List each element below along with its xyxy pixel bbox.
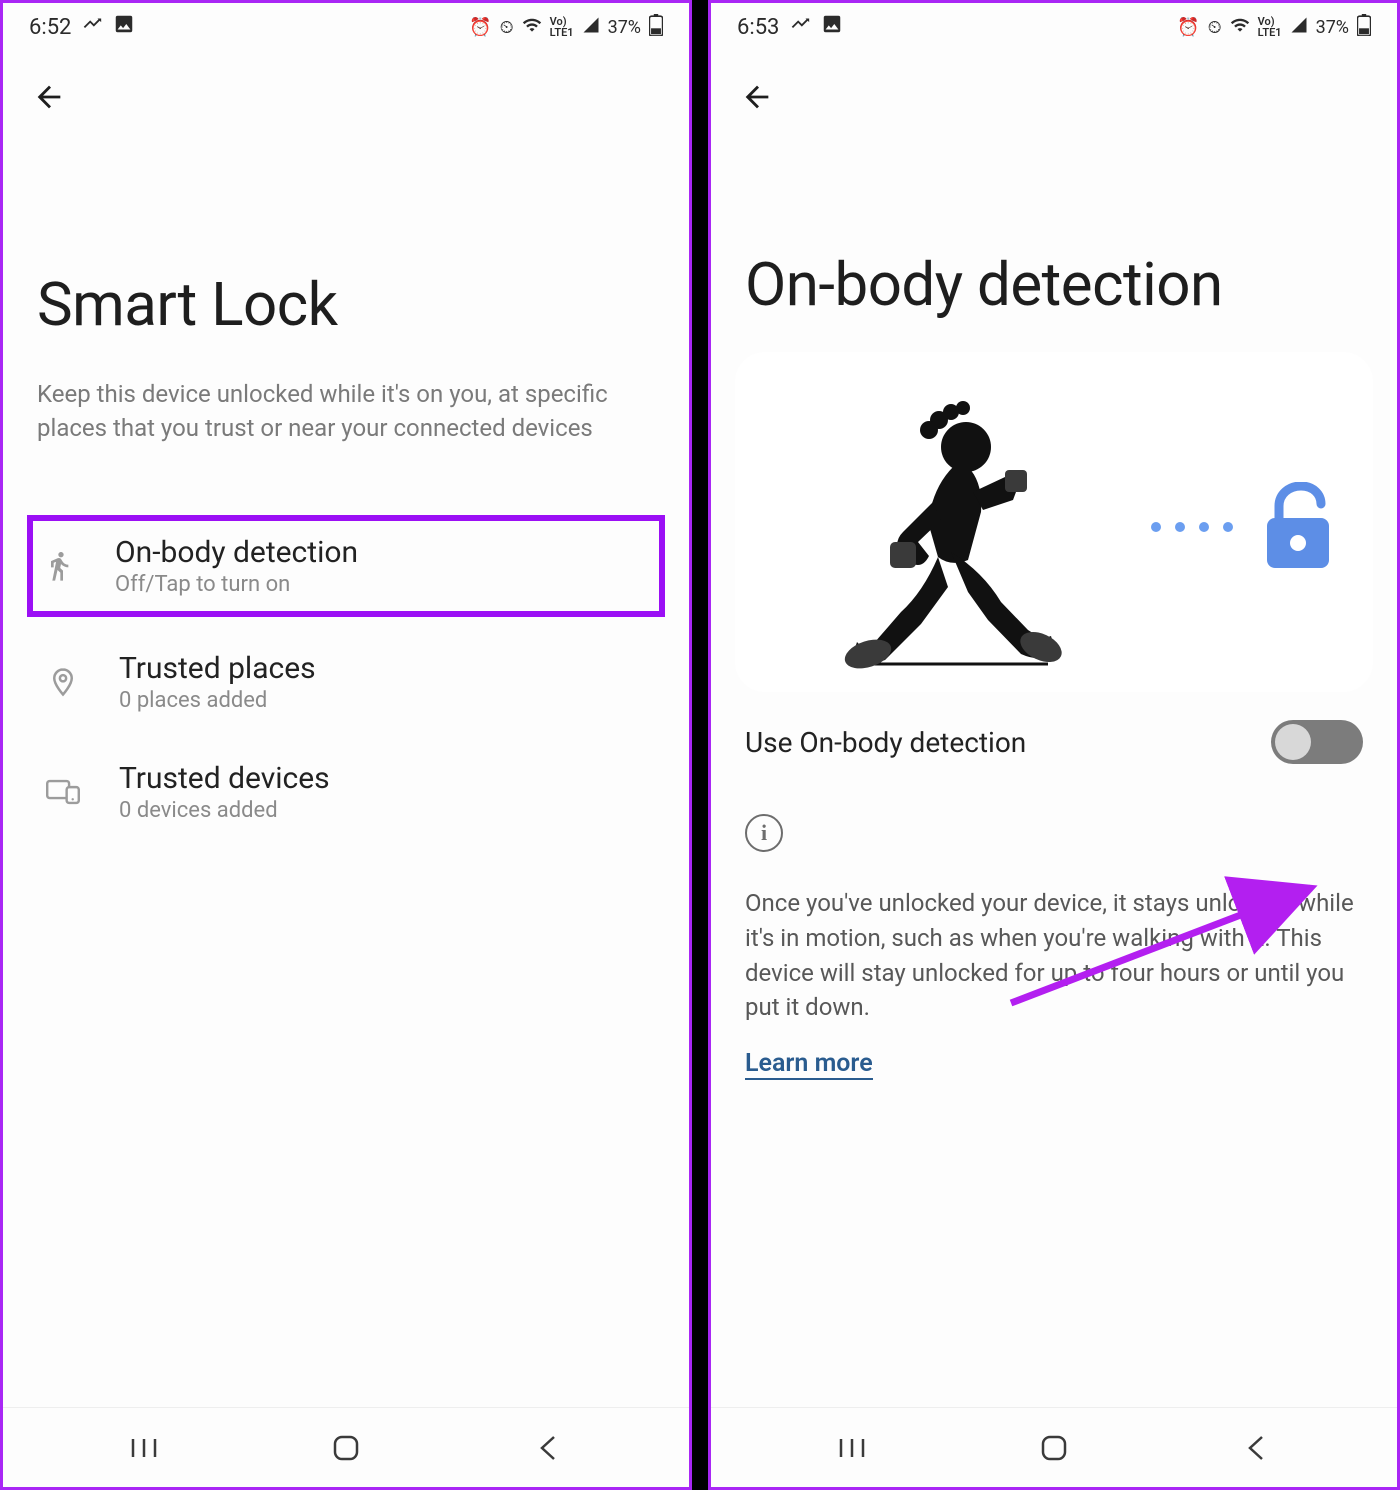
info-icon: i [745, 814, 783, 852]
volte-icon: Vo)LTE1 [1258, 16, 1282, 38]
nav-bar [3, 1407, 689, 1487]
nav-home[interactable] [316, 1428, 376, 1468]
dots-icon [1131, 522, 1253, 532]
status-time: 6:52 [29, 15, 71, 40]
clock-icon: ⏲ [1208, 17, 1222, 38]
missed-call-icon [81, 13, 103, 41]
image-icon [821, 13, 843, 41]
walk-icon [41, 548, 77, 584]
nav-back[interactable] [518, 1428, 578, 1468]
volte-icon: Vo)LTE1 [550, 16, 574, 38]
toggle-label: Use On-body detection [745, 726, 1026, 759]
nav-back[interactable] [1226, 1428, 1286, 1468]
item-title: Trusted places [119, 651, 647, 686]
status-time: 6:53 [737, 15, 779, 40]
item-on-body-detection[interactable]: On-body detection Off/Tap to turn on [27, 515, 665, 617]
battery-percent: 37% [1316, 17, 1349, 38]
item-trusted-places[interactable]: Trusted places 0 places added [27, 627, 665, 737]
nav-recents[interactable] [114, 1428, 174, 1468]
wifi-icon [522, 15, 542, 40]
unlock-icon [1253, 482, 1343, 572]
screen-on-body-detection: 6:53 ⏰ ⏲ Vo)LTE1 37% [708, 0, 1400, 1490]
image-icon [113, 13, 135, 41]
info-text: Once you've unlocked your device, it sta… [745, 886, 1363, 1025]
wifi-icon [1230, 15, 1250, 40]
alarm-icon: ⏰ [1177, 17, 1199, 38]
status-bar: 6:52 ⏰ ⏲ Vo)LTE1 37% [3, 3, 689, 47]
nav-home[interactable] [1024, 1428, 1084, 1468]
toggle-knob [1275, 724, 1311, 760]
learn-more-link[interactable]: Learn more [745, 1049, 873, 1080]
on-body-toggle[interactable] [1271, 720, 1363, 764]
clock-icon: ⏲ [500, 17, 514, 38]
battery-percent: 37% [608, 17, 641, 38]
back-button[interactable] [737, 77, 777, 117]
location-icon [45, 664, 81, 700]
page-title: Smart Lock [37, 267, 655, 342]
nav-bar [711, 1407, 1397, 1487]
page-title: On-body detection [745, 247, 1363, 322]
alarm-icon: ⏰ [469, 17, 491, 38]
runner-illustration [765, 382, 1131, 672]
page-description: Keep this device unlocked while it's on … [37, 378, 655, 445]
item-title: On-body detection [115, 535, 651, 570]
illustration-card [735, 352, 1373, 692]
back-button[interactable] [29, 77, 69, 117]
item-trusted-devices[interactable]: Trusted devices 0 devices added [27, 737, 665, 847]
item-subtitle: 0 devices added [119, 798, 647, 823]
nav-recents[interactable] [822, 1428, 882, 1468]
signal-icon [582, 16, 600, 39]
item-subtitle: Off/Tap to turn on [115, 572, 651, 597]
status-bar: 6:53 ⏰ ⏲ Vo)LTE1 37% [711, 3, 1397, 47]
battery-icon [649, 14, 663, 41]
missed-call-icon [789, 13, 811, 41]
item-subtitle: 0 places added [119, 688, 647, 713]
item-title: Trusted devices [119, 761, 647, 796]
devices-icon [45, 774, 81, 810]
signal-icon [1290, 16, 1308, 39]
screen-smart-lock: 6:52 ⏰ ⏲ Vo)LTE1 37% [0, 0, 692, 1490]
battery-icon [1357, 14, 1371, 41]
settings-list: On-body detection Off/Tap to turn on Tru… [3, 485, 689, 847]
